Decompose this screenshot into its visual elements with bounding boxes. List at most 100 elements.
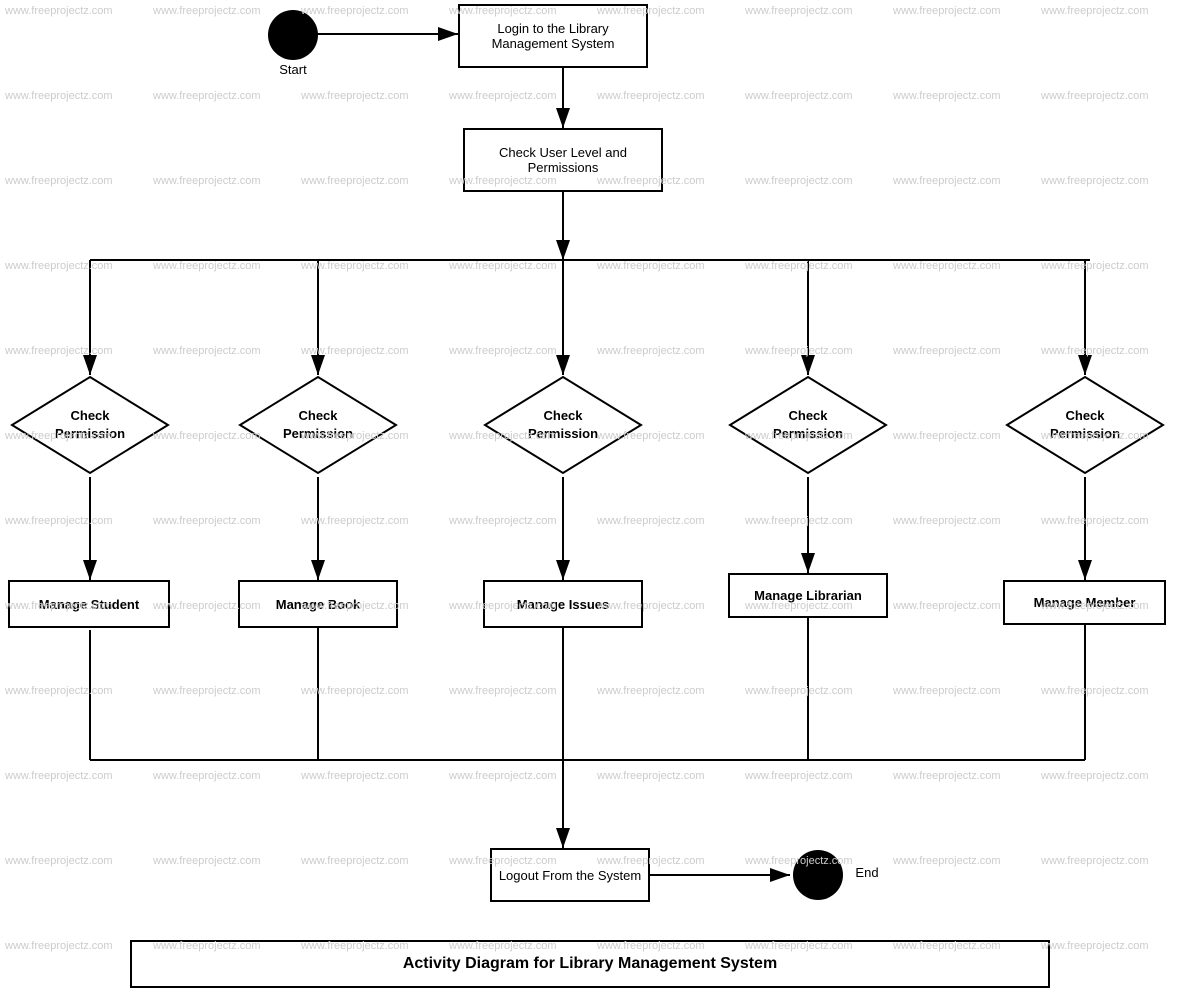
watermark-text: www.freeprojectz.com [153, 5, 261, 17]
watermark-text: www.freeprojectz.com [301, 515, 409, 527]
svg-text:Permission: Permission [528, 426, 598, 441]
svg-text:Permission: Permission [1050, 426, 1120, 441]
watermark-text: www.freeprojectz.com [893, 855, 1001, 867]
watermark-text: www.freeprojectz.com [893, 770, 1001, 782]
start-label: Start [268, 62, 318, 77]
manage-issues-label: Manage Issues [517, 597, 610, 612]
diamond-2: Check Permission [238, 375, 398, 475]
watermark-text: www.freeprojectz.com [5, 940, 113, 952]
watermark-text: www.freeprojectz.com [893, 515, 1001, 527]
watermark-text: www.freeprojectz.com [893, 345, 1001, 357]
watermark-text: www.freeprojectz.com [1041, 90, 1149, 102]
watermark-text: www.freeprojectz.com [5, 855, 113, 867]
watermark-text: www.freeprojectz.com [153, 175, 261, 187]
diamond-4: Check Permission [728, 375, 888, 475]
manage-issues-node: Manage Issues [483, 580, 643, 628]
watermark-text: www.freeprojectz.com [5, 5, 113, 17]
watermark-text: www.freeprojectz.com [893, 260, 1001, 272]
manage-book-label: Manage Book [276, 597, 361, 612]
svg-text:Check: Check [70, 408, 110, 423]
watermark-text: www.freeprojectz.com [301, 685, 409, 697]
watermark-text: www.freeprojectz.com [301, 5, 409, 17]
watermark-text: www.freeprojectz.com [301, 260, 409, 272]
diamond-5: Check Permission [1005, 375, 1165, 475]
watermark-text: www.freeprojectz.com [5, 90, 113, 102]
watermark-text: www.freeprojectz.com [745, 175, 853, 187]
check-permissions-node: Check User Level and Permissions [463, 128, 663, 192]
watermark-text: www.freeprojectz.com [745, 515, 853, 527]
watermark-text: www.freeprojectz.com [1041, 260, 1149, 272]
watermark-text: www.freeprojectz.com [1041, 175, 1149, 187]
watermark-text: www.freeprojectz.com [597, 260, 705, 272]
watermark-text: www.freeprojectz.com [893, 430, 1001, 442]
logout-node: Logout From the System [490, 848, 650, 902]
diagram-title: Activity Diagram for Library Management … [130, 940, 1050, 988]
watermark-text: www.freeprojectz.com [745, 90, 853, 102]
watermark-text: www.freeprojectz.com [449, 685, 557, 697]
login-label: Login to the Library Management System [464, 21, 642, 51]
watermark-text: www.freeprojectz.com [153, 855, 261, 867]
watermark-text: www.freeprojectz.com [5, 770, 113, 782]
watermark-text: www.freeprojectz.com [745, 260, 853, 272]
check-permissions-label: Check User Level and Permissions [469, 145, 657, 175]
watermark-text: www.freeprojectz.com [5, 515, 113, 527]
manage-student-node: Manage Student [8, 580, 170, 628]
login-node: Login to the Library Management System [458, 4, 648, 68]
watermark-text: www.freeprojectz.com [745, 770, 853, 782]
watermark-text: www.freeprojectz.com [745, 5, 853, 17]
watermark-text: www.freeprojectz.com [5, 260, 113, 272]
start-node [268, 10, 318, 60]
watermark-text: www.freeprojectz.com [893, 90, 1001, 102]
manage-student-label: Manage Student [39, 597, 139, 612]
watermark-text: www.freeprojectz.com [301, 345, 409, 357]
svg-text:Permission: Permission [773, 426, 843, 441]
watermark-text: www.freeprojectz.com [893, 175, 1001, 187]
logout-label: Logout From the System [499, 868, 641, 883]
title-label: Activity Diagram for Library Management … [403, 955, 777, 973]
watermark-text: www.freeprojectz.com [301, 770, 409, 782]
watermark-text: www.freeprojectz.com [1041, 940, 1149, 952]
end-node [793, 850, 843, 900]
watermark-text: www.freeprojectz.com [153, 260, 261, 272]
diamond-1: Check Permission [10, 375, 170, 475]
manage-librarian-node: Manage Librarian [728, 573, 888, 618]
watermark-text: www.freeprojectz.com [597, 515, 705, 527]
watermark-text: www.freeprojectz.com [893, 600, 1001, 612]
watermark-text: www.freeprojectz.com [1041, 685, 1149, 697]
end-label: End [847, 865, 887, 880]
watermark-text: www.freeprojectz.com [1041, 855, 1149, 867]
watermark-text: www.freeprojectz.com [153, 515, 261, 527]
manage-book-node: Manage Book [238, 580, 398, 628]
watermark-text: www.freeprojectz.com [449, 90, 557, 102]
watermark-text: www.freeprojectz.com [597, 770, 705, 782]
watermark-text: www.freeprojectz.com [893, 685, 1001, 697]
watermark-text: www.freeprojectz.com [597, 90, 705, 102]
watermark-text: www.freeprojectz.com [449, 345, 557, 357]
watermark-text: www.freeprojectz.com [5, 685, 113, 697]
svg-text:Permission: Permission [283, 426, 353, 441]
watermark-text: www.freeprojectz.com [449, 260, 557, 272]
watermark-text: www.freeprojectz.com [301, 90, 409, 102]
svg-text:Check: Check [788, 408, 828, 423]
watermark-text: www.freeprojectz.com [5, 175, 113, 187]
watermark-text: www.freeprojectz.com [745, 345, 853, 357]
svg-text:Check: Check [298, 408, 338, 423]
watermark-text: www.freeprojectz.com [893, 5, 1001, 17]
watermark-text: www.freeprojectz.com [1041, 5, 1149, 17]
watermark-text: www.freeprojectz.com [153, 90, 261, 102]
manage-member-node: Manage Member [1003, 580, 1166, 625]
svg-text:Check: Check [543, 408, 583, 423]
watermark-text: www.freeprojectz.com [597, 345, 705, 357]
watermark-text: www.freeprojectz.com [301, 175, 409, 187]
watermark-text: www.freeprojectz.com [5, 345, 113, 357]
diamond-3: Check Permission [483, 375, 643, 475]
svg-text:Check: Check [1065, 408, 1105, 423]
watermark-text: www.freeprojectz.com [153, 345, 261, 357]
watermark-text: www.freeprojectz.com [449, 515, 557, 527]
watermark-text: www.freeprojectz.com [153, 770, 261, 782]
watermark-text: www.freeprojectz.com [745, 685, 853, 697]
manage-member-label: Manage Member [1034, 595, 1136, 610]
manage-librarian-label: Manage Librarian [754, 588, 862, 603]
watermark-text: www.freeprojectz.com [597, 685, 705, 697]
svg-text:Permission: Permission [55, 426, 125, 441]
